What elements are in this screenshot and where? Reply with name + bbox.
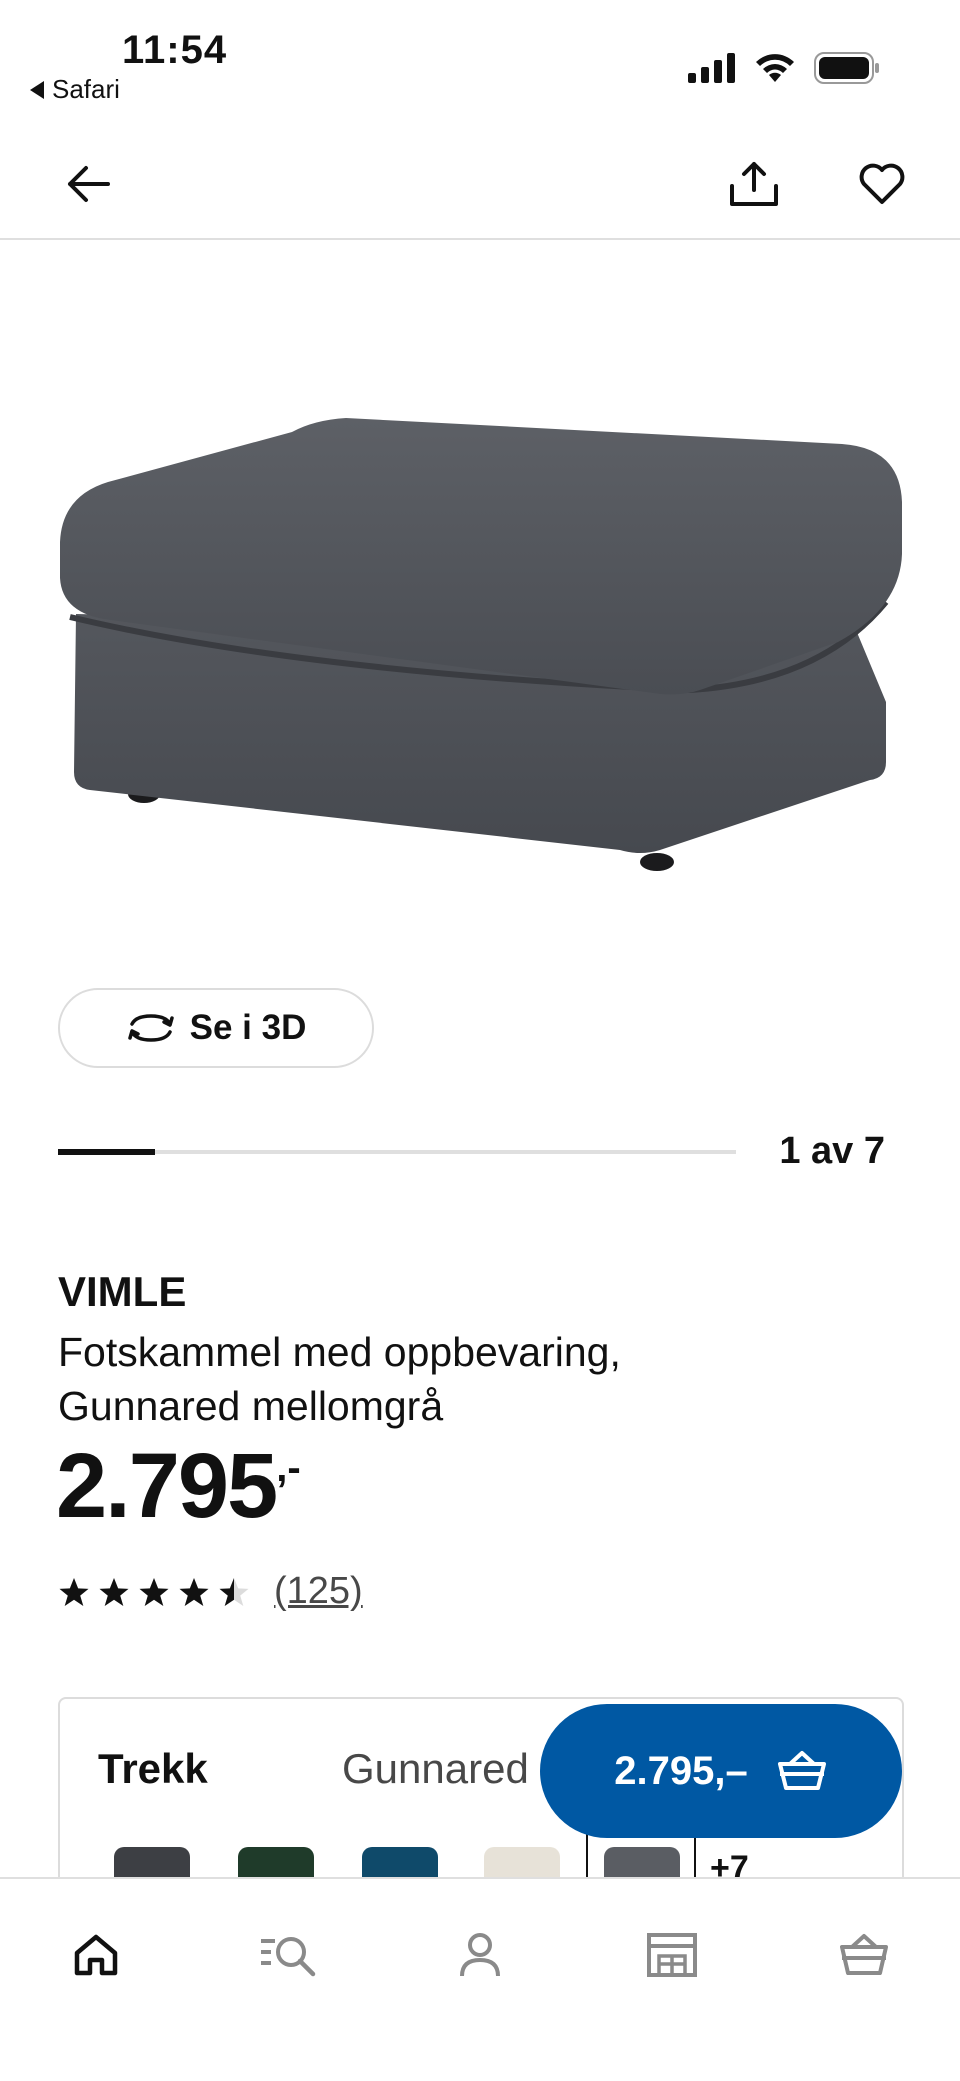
product-description-line-2: Gunnared mellomgrå xyxy=(58,1383,444,1429)
top-nav xyxy=(0,130,960,240)
nav-stores[interactable] xyxy=(632,1915,712,1995)
status-time: 11:54 xyxy=(122,28,228,72)
product-name: VIMLE xyxy=(58,1268,187,1315)
back-to-safari-link[interactable]: Safari xyxy=(30,74,120,105)
nav-home[interactable] xyxy=(56,1915,136,1995)
star-icon xyxy=(139,1577,169,1606)
product-price: 2.795 ,- xyxy=(56,1440,301,1532)
home-icon xyxy=(74,1934,118,1976)
star-icon xyxy=(59,1577,89,1606)
gallery-page-indicator: 1 av 7 xyxy=(779,1130,885,1172)
battery-icon xyxy=(814,52,879,84)
star-icon xyxy=(219,1577,249,1606)
gallery-progress-fill xyxy=(58,1149,155,1155)
share-button[interactable] xyxy=(722,152,786,216)
profile-icon xyxy=(460,1933,500,1977)
cellular-signal-icon xyxy=(688,53,735,83)
add-to-cart-button[interactable]: 2.795,– xyxy=(540,1704,902,1838)
nav-search[interactable] xyxy=(248,1915,328,1995)
bottom-nav xyxy=(0,1877,960,2081)
nav-profile[interactable] xyxy=(440,1915,520,1995)
basket-icon xyxy=(777,1751,826,1790)
wifi-icon xyxy=(756,54,794,82)
back-triangle-icon xyxy=(30,80,44,99)
rotate-3d-icon xyxy=(127,1014,174,1042)
ottoman-illustration xyxy=(60,418,902,871)
nav-cart[interactable] xyxy=(824,1915,904,1995)
product-image[interactable] xyxy=(0,242,960,922)
back-arrow-icon xyxy=(68,166,110,202)
product-description-line-1: Fotskammel med oppbevaring, xyxy=(58,1329,621,1375)
status-bar: 11:54 Safari xyxy=(0,0,960,120)
view-3d-button[interactable]: Se i 3D xyxy=(58,988,374,1068)
star-icon xyxy=(99,1577,129,1606)
price-suffix: ,- xyxy=(276,1446,301,1490)
star-icon xyxy=(179,1577,209,1606)
back-button[interactable] xyxy=(56,152,120,216)
search-list-icon xyxy=(261,1937,316,1977)
back-app-label: Safari xyxy=(52,74,120,104)
store-icon xyxy=(647,1933,697,1977)
product-description: Fotskammel med oppbevaring, Gunnared mel… xyxy=(58,1325,818,1433)
review-count-link[interactable]: (125) xyxy=(274,1570,363,1613)
cart-icon xyxy=(840,1934,888,1975)
share-icon xyxy=(730,162,778,206)
heart-icon xyxy=(859,163,905,204)
status-icons xyxy=(688,52,880,84)
variant-label: Trekk xyxy=(98,1745,208,1792)
product-rating[interactable]: (125) xyxy=(58,1570,363,1613)
gallery-progress-bar xyxy=(58,1149,736,1155)
cart-button-label: 2.795,– xyxy=(614,1748,748,1793)
view-3d-label: Se i 3D xyxy=(189,1008,307,1047)
rating-stars xyxy=(58,1577,250,1607)
price-value: 2.795 xyxy=(56,1435,278,1537)
favorite-button[interactable] xyxy=(850,152,914,216)
